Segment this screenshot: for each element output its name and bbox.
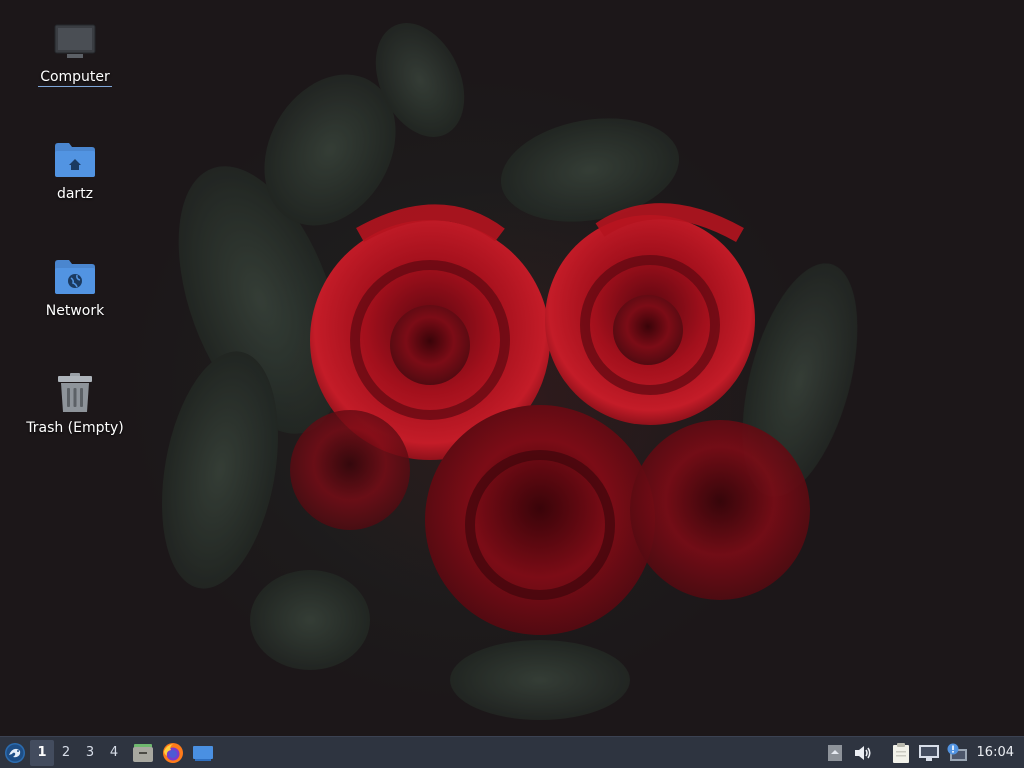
network-icon bbox=[918, 744, 939, 761]
desktop-wallpaper bbox=[0, 0, 1024, 736]
firefox-icon bbox=[163, 742, 183, 763]
workspace-1-button[interactable]: 1 bbox=[30, 739, 54, 766]
clipboard-icon bbox=[892, 742, 909, 763]
desktop-icon-home-folder[interactable]: dartz bbox=[20, 137, 130, 203]
clipboard-button[interactable] bbox=[887, 737, 915, 768]
file-manager-icon bbox=[133, 743, 153, 762]
tray-expand-button[interactable] bbox=[821, 737, 849, 768]
show-desktop-launcher[interactable] bbox=[188, 737, 218, 768]
whisker-menu-button[interactable] bbox=[0, 737, 30, 768]
desktop-icon-computer[interactable]: Computer bbox=[20, 20, 130, 87]
volume-icon bbox=[854, 745, 871, 760]
desktop-icon-network[interactable]: Network bbox=[20, 254, 130, 320]
workspace-3-button[interactable]: 3 bbox=[78, 740, 102, 766]
tray-expand-icon bbox=[827, 744, 842, 761]
volume-button[interactable] bbox=[849, 737, 877, 768]
home-folder-icon bbox=[53, 137, 97, 181]
file-manager-launcher[interactable] bbox=[128, 737, 158, 768]
rose-wallpaper-image bbox=[161, 23, 858, 720]
network-folder-icon bbox=[53, 254, 97, 298]
desktop-icon-label: dartz bbox=[56, 186, 94, 202]
bottom-panel: 1 2 3 4 16:04 bbox=[0, 736, 1024, 768]
panel-right-section: 16:04 bbox=[821, 737, 1024, 768]
xfce-whisker-menu-icon bbox=[5, 742, 25, 763]
computer-icon bbox=[53, 20, 97, 64]
panel-left-section: 1 2 3 4 bbox=[0, 737, 218, 768]
update-notifier-button[interactable] bbox=[943, 737, 971, 768]
workspace-2-button[interactable]: 2 bbox=[54, 740, 78, 766]
firefox-launcher[interactable] bbox=[158, 737, 188, 768]
update-notifier-icon bbox=[947, 743, 967, 761]
desktop-icon-label: Computer bbox=[38, 69, 112, 87]
workspace-4-button[interactable]: 4 bbox=[102, 740, 126, 766]
desktop-icon-label: Trash (Empty) bbox=[26, 420, 124, 436]
desktop-icon-trash[interactable]: Trash (Empty) bbox=[20, 371, 130, 437]
desktop-icon-label: Network bbox=[45, 303, 105, 319]
trash-icon bbox=[53, 371, 97, 415]
desktop-show-icon bbox=[193, 745, 213, 761]
network-status-button[interactable] bbox=[915, 737, 943, 768]
panel-clock[interactable]: 16:04 bbox=[971, 745, 1024, 760]
